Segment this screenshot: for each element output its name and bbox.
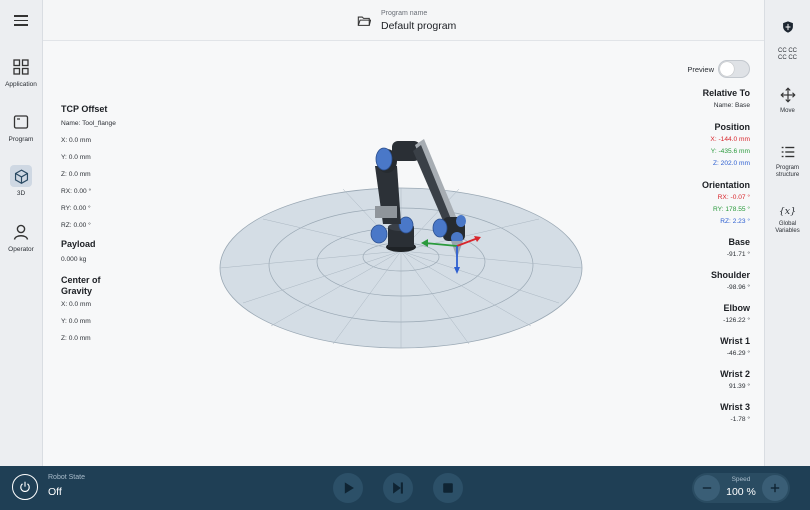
- tcp-x: X: 0.0 mm: [61, 137, 92, 144]
- global-variables-button[interactable]: {x} Global Variables: [765, 206, 810, 235]
- shield-icon: [782, 21, 793, 33]
- relative-to-title: Relative To: [702, 88, 750, 98]
- plus-icon: [770, 483, 780, 493]
- position-z: Z: 202.0 mm: [712, 160, 750, 167]
- tcp-z: Z: 0.0 mm: [61, 171, 91, 178]
- joint-shoulder-value: -98.96 °: [726, 284, 750, 291]
- cog-title-line-1: Center of: [61, 275, 101, 285]
- left-sidebar: Application Program 3D Operator: [0, 0, 43, 466]
- play-icon: [344, 482, 354, 494]
- list-icon: [781, 146, 794, 158]
- preview-toggle-knob: [720, 62, 734, 76]
- tcp-name: Name: Tool_flange: [61, 120, 116, 127]
- program-structure-label-1: Program: [775, 165, 799, 171]
- robot-wrist-joint: [432, 218, 448, 238]
- speed-increase-button[interactable]: [762, 475, 788, 501]
- move-button[interactable]: Move: [765, 86, 810, 115]
- tcp-ry: RY: 0.00 °: [61, 205, 91, 212]
- variable-icon: {x}: [778, 206, 797, 217]
- stop-button[interactable]: [433, 473, 463, 503]
- position-title: Position: [714, 122, 751, 132]
- cube-icon: [14, 168, 28, 184]
- robot-scene[interactable]: [43, 41, 762, 466]
- tcp-offset-title: TCP Offset: [61, 104, 108, 114]
- move-arrows-icon: [779, 87, 796, 103]
- grid-icon: [13, 59, 29, 75]
- global-variables-label-2: Variables: [775, 228, 800, 234]
- window-icon: [13, 115, 29, 129]
- folder-icon: [357, 16, 371, 26]
- step-forward-icon: [393, 482, 403, 494]
- tcp-rx: RX: 0.00 °: [61, 188, 92, 195]
- joint-base-title: Base: [728, 237, 750, 247]
- joint-wrist1-value: -46.29 °: [726, 350, 750, 357]
- nav-item-operator[interactable]: Operator: [0, 222, 42, 253]
- nav-item-program[interactable]: Program: [0, 112, 42, 143]
- joint-base-value: -91.71 °: [726, 251, 750, 258]
- tcp-rz: RZ: 0.00 °: [61, 222, 91, 229]
- move-label: Move: [780, 108, 795, 114]
- nav-label-operator: Operator: [8, 246, 34, 253]
- robot-shoulder-joint: [375, 147, 393, 171]
- cog-title-line-2: Gravity: [61, 286, 93, 296]
- 3d-view[interactable]: TCP Offset Name: Tool_flange X: 0.0 mm Y…: [43, 41, 764, 466]
- nav-label-application: Application: [5, 81, 37, 88]
- shield-button[interactable]: [765, 20, 810, 38]
- tcp-y: Y: 0.0 mm: [61, 154, 91, 161]
- joint-wrist1-title: Wrist 1: [720, 336, 750, 346]
- payload-title: Payload: [61, 239, 96, 249]
- bottom-bar: Robot State Off Speed 100 %: [0, 466, 810, 510]
- cc-line-2: CC CC: [778, 55, 797, 61]
- preview-toggle[interactable]: [718, 60, 750, 78]
- joint-wrist3-title: Wrist 3: [720, 402, 750, 412]
- nav-item-application[interactable]: Application: [0, 57, 42, 88]
- program-structure-label-2: structure: [775, 172, 800, 178]
- power-icon: [19, 481, 30, 492]
- hamburger-menu-icon[interactable]: [14, 15, 28, 26]
- cog-z: Z: 0.0 mm: [61, 335, 91, 342]
- nav-item-3d[interactable]: 3D: [0, 165, 42, 197]
- person-icon: [13, 224, 29, 240]
- cog-x: X: 0.0 mm: [61, 301, 92, 308]
- joint-elbow-title: Elbow: [723, 303, 751, 313]
- stop-icon: [443, 483, 453, 493]
- robot-base-joint: [370, 224, 388, 244]
- joint-wrist3-value: -1.78 °: [730, 416, 751, 423]
- position-x: X: -144.0 mm: [710, 136, 750, 143]
- nav-label-program: Program: [8, 136, 34, 143]
- payload-value: 0.000 kg: [61, 256, 87, 263]
- top-bar: Program name Default program: [43, 0, 764, 41]
- power-button[interactable]: [12, 474, 38, 500]
- joint-elbow-value: -126.22 °: [723, 317, 750, 324]
- preview-label: Preview: [687, 65, 714, 74]
- cc-line-1: CC CC: [778, 48, 797, 54]
- speed-control: Speed 100 %: [692, 473, 790, 503]
- program-name-caption: Program name: [381, 10, 428, 17]
- nav-label-3d: 3D: [16, 190, 26, 197]
- robot-state-label: Robot State: [48, 474, 85, 481]
- right-sidebar: CC CC CC CC Move Program structure {x} G…: [764, 0, 810, 466]
- orientation-ry: RY: 178.55 °: [713, 206, 750, 213]
- orientation-title: Orientation: [701, 180, 750, 190]
- joint-shoulder-title: Shoulder: [710, 270, 750, 280]
- program-structure-button[interactable]: Program structure: [765, 143, 810, 179]
- joint-wrist2-value: 91.39 °: [729, 383, 750, 390]
- joint-wrist2-title: Wrist 2: [720, 369, 750, 379]
- global-variables-label-1: Global: [778, 221, 797, 227]
- cc-indicator[interactable]: CC CC CC CC: [765, 48, 810, 62]
- orientation-rx: RX: -0.07 °: [717, 194, 750, 201]
- step-button[interactable]: [383, 473, 413, 503]
- play-button[interactable]: [333, 473, 363, 503]
- cog-y: Y: 0.0 mm: [61, 318, 91, 325]
- orientation-rz: RZ: 2.23 °: [720, 218, 750, 225]
- program-name: Default program: [381, 20, 457, 32]
- position-y: Y: -435.6 mm: [710, 148, 750, 155]
- relative-to-name: Name: Base: [713, 102, 750, 109]
- robot-state-value: Off: [48, 486, 62, 498]
